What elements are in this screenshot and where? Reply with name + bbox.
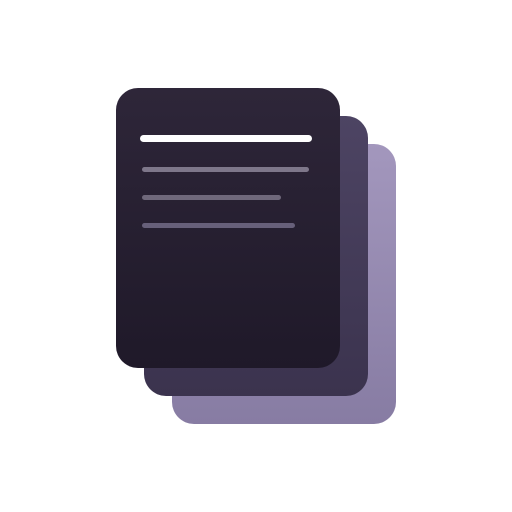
front-document-sheet bbox=[116, 88, 340, 368]
text-line bbox=[142, 167, 309, 172]
title-line bbox=[140, 135, 312, 142]
text-line bbox=[142, 223, 295, 228]
stacked-documents-icon bbox=[0, 0, 512, 512]
text-line bbox=[142, 195, 281, 200]
